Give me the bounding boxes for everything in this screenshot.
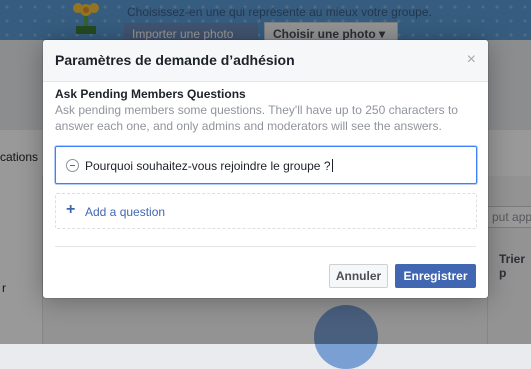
close-icon[interactable]: × [467,52,476,68]
question-text[interactable]: Pourquoi souhaitez-vous rejoindre le gro… [85,159,333,173]
plus-icon: + [66,201,76,218]
section-description: Ask pending members some questions. They… [55,103,458,133]
add-question-label: Add a question [85,205,166,219]
remove-question-icon[interactable] [66,159,79,172]
question-input[interactable]: Pourquoi souhaitez-vous rejoindre le gro… [55,146,477,184]
dialog-title: Paramètres de demande d’adhésion [55,52,295,68]
dialog-header: Paramètres de demande d’adhésion × [43,40,488,82]
save-button[interactable]: Enregistrer [395,264,476,288]
footer-divider [55,246,476,247]
section-title: Ask Pending Members Questions [55,87,246,101]
cancel-button[interactable]: Annuler [329,264,388,288]
membership-request-settings-dialog: Paramètres de demande d’adhésion × Ask P… [43,40,488,298]
add-question-button[interactable]: + Add a question [55,193,477,229]
